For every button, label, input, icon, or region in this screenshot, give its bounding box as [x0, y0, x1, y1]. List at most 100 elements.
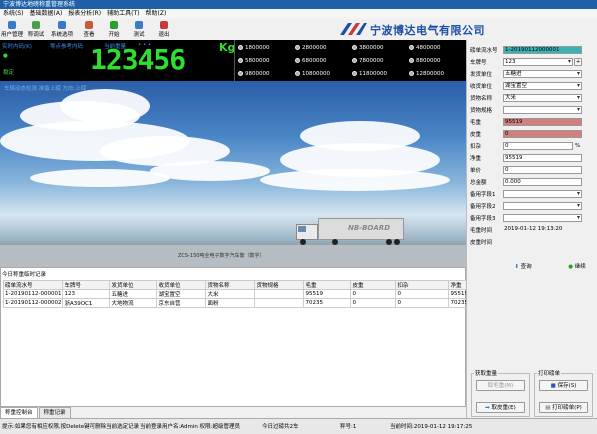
- get-tare-button[interactable]: ➡ 取皮重(E): [476, 402, 525, 413]
- preset-item[interactable]: 10800000: [295, 67, 352, 80]
- save-icon: ■: [550, 383, 556, 389]
- form-row: 净重 95519: [470, 153, 582, 162]
- preset-item[interactable]: 1800000: [238, 41, 295, 54]
- form-row: 发货单位 五糖进: [470, 69, 582, 78]
- spec-field[interactable]: [503, 105, 582, 114]
- field-label: 货物规格: [470, 107, 493, 114]
- continue-icon: ●: [568, 264, 574, 270]
- preset-item[interactable]: 8800000: [409, 54, 466, 67]
- sender-field[interactable]: 五糖进: [503, 69, 582, 78]
- records-table: 磅单流水号 车牌号 发货单位 收货单位 货物名称 货物规格 毛重 皮重 扣杂 净…: [2, 280, 479, 308]
- spare1-field[interactable]: [503, 189, 582, 198]
- toolbar-start-button[interactable]: 开始: [103, 20, 125, 40]
- preset-item[interactable]: 4800000: [409, 41, 466, 54]
- print-ticket-button[interactable]: ▤ 打印磅单(P): [539, 402, 588, 413]
- net-field[interactable]: 95519: [503, 153, 582, 162]
- table-row[interactable]: 1-20190112-000002 浙A39OC1 大地物流 京东自营 面粉 7…: [2, 298, 479, 308]
- radio-icon: [295, 58, 300, 63]
- table-row[interactable]: 1-20190112-000001 123 五糖进 湖宝置空 大米 95519 …: [2, 289, 479, 299]
- field-label: 单价: [470, 167, 482, 174]
- toolbar-test-button[interactable]: 测试: [128, 20, 150, 40]
- menu-base-data[interactable]: 基础数据(A): [30, 9, 63, 19]
- radio-icon: [238, 71, 243, 76]
- continue-button[interactable]: ● 继续: [562, 262, 592, 273]
- status-time: 当前时间:2019-01-12 19:17:25: [390, 424, 473, 430]
- column-header[interactable]: 货物规格: [254, 280, 305, 290]
- column-header[interactable]: 磅单流水号: [2, 280, 64, 290]
- form-row: 总金额 0.000: [470, 177, 582, 186]
- status-indicator: ●: [3, 53, 8, 59]
- table-cell: 0: [350, 298, 397, 308]
- spare3-field[interactable]: [503, 213, 582, 222]
- gross-field[interactable]: 95519: [503, 117, 582, 126]
- receiver-field[interactable]: 湖宝置空: [503, 81, 582, 90]
- status-user: 当前登录用户名:Admin 权限:超级管理员: [140, 424, 240, 430]
- toolbar-view-button[interactable]: 查看: [78, 20, 100, 40]
- field-label: 发货单位: [470, 71, 493, 78]
- radio-icon: [409, 71, 414, 76]
- preset-item[interactable]: 11800000: [352, 67, 409, 80]
- column-header[interactable]: 收货单位: [156, 280, 207, 290]
- add-plate-button[interactable]: +: [574, 57, 582, 66]
- preset-item[interactable]: 7800000: [352, 54, 409, 67]
- spare2-field[interactable]: [503, 201, 582, 210]
- exit-icon: [160, 21, 168, 29]
- form-row: 皮重时间: [470, 237, 582, 246]
- deduct-field[interactable]: 0: [503, 141, 573, 150]
- ticket-no-field[interactable]: 1-20190112000001: [503, 45, 582, 54]
- radio-icon: [352, 45, 357, 50]
- preset-item[interactable]: 12800000: [409, 67, 466, 80]
- get-weight-title: 获取重量: [474, 369, 499, 377]
- stable-indicator: 稳定: [3, 70, 15, 76]
- menu-system[interactable]: 系统(S): [3, 9, 24, 19]
- preset-item[interactable]: 2800000: [295, 41, 352, 54]
- preset-item[interactable]: 9800000: [238, 67, 295, 80]
- query-button[interactable]: ⬇ 查询: [508, 262, 538, 273]
- deduct-unit: %: [575, 142, 581, 149]
- column-header[interactable]: 皮重: [350, 280, 397, 290]
- plate-field[interactable]: 123: [503, 57, 573, 66]
- table-cell: 1-20190112-000002: [2, 298, 64, 308]
- bottom-tabs: 称重控制台 称重记录: [0, 407, 466, 419]
- status-scale-no: 秤号:1: [340, 424, 357, 430]
- toolbar-scale-debug-button[interactable]: 称调试: [25, 20, 47, 40]
- column-header[interactable]: 车牌号: [62, 280, 111, 290]
- column-header[interactable]: 扣杂: [395, 280, 450, 290]
- save-button[interactable]: ■ 保存(S): [539, 380, 588, 391]
- preset-item[interactable]: 3800000: [352, 41, 409, 54]
- field-label: 皮重时间: [470, 239, 493, 246]
- field-label: 总金额: [470, 179, 487, 186]
- form-row: 备用字段3: [470, 213, 582, 222]
- test-icon: [135, 21, 143, 29]
- radio-icon: [238, 58, 243, 63]
- company-logo: 宁波博达电气有限公司: [338, 20, 558, 38]
- column-header[interactable]: 发货单位: [109, 280, 158, 290]
- toolbar-options-button[interactable]: 系统选项: [49, 20, 75, 40]
- table-cell: 123: [62, 289, 111, 299]
- preset-item[interactable]: 5800000: [238, 54, 295, 67]
- form-row: 毛重时间 2019-01-12 19:13:20: [470, 225, 582, 234]
- column-header[interactable]: 货物名称: [205, 280, 256, 290]
- table-cell: 0: [350, 289, 397, 299]
- toolbar-exit-button[interactable]: 退出: [153, 20, 175, 40]
- column-header[interactable]: 毛重: [303, 280, 352, 290]
- get-gross-button[interactable]: 取毛重(M): [476, 380, 525, 391]
- tare-field[interactable]: 0: [503, 129, 582, 138]
- menu-help[interactable]: 帮助(Z): [146, 9, 167, 19]
- field-label: 毛重: [470, 119, 482, 126]
- amount-field[interactable]: 0.000: [503, 177, 582, 186]
- window-title-bar: 宁波博达地磅称重管理系统: [0, 0, 597, 9]
- price-field[interactable]: 0: [503, 165, 582, 174]
- field-label: 货物名称: [470, 95, 493, 102]
- menu-reports[interactable]: 报表分析(R): [68, 9, 101, 19]
- form-row: 车牌号 123+: [470, 57, 582, 66]
- view-icon: [85, 21, 93, 29]
- printer-icon: ▤: [545, 405, 551, 411]
- radio-icon: [409, 58, 414, 63]
- table-cell: 95519: [303, 289, 352, 299]
- menu-tools[interactable]: 辅助工具(T): [107, 9, 139, 19]
- preset-item[interactable]: 6800000: [295, 54, 352, 67]
- toolbar-user-manage-button[interactable]: 用户管理: [1, 20, 23, 40]
- form-row: 货物名称 大米: [470, 93, 582, 102]
- goods-field[interactable]: 大米: [503, 93, 582, 102]
